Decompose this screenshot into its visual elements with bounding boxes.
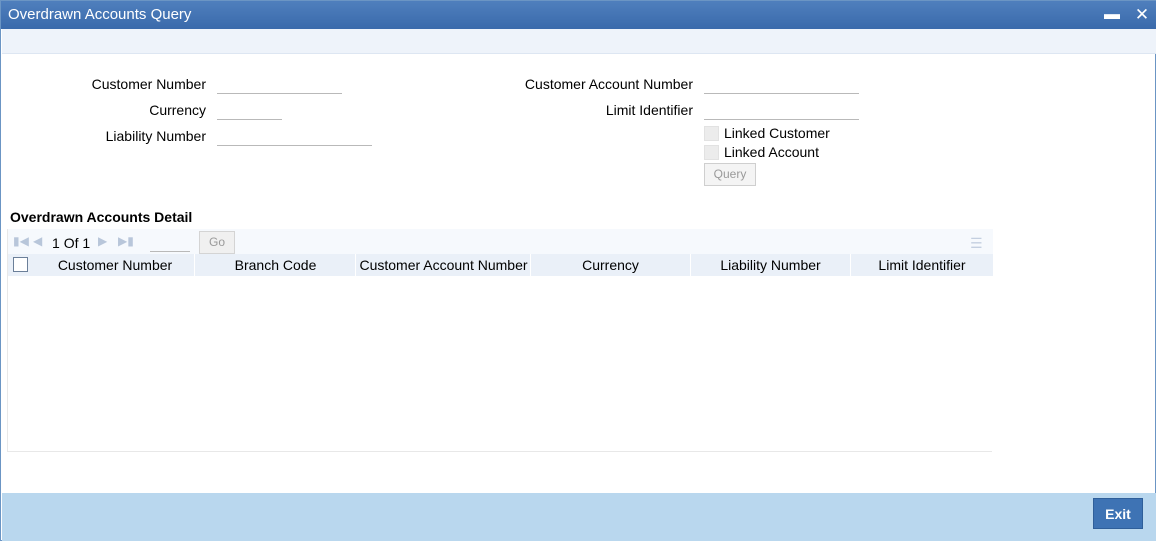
- previous-page-icon[interactable]: ◀: [33, 234, 42, 248]
- liability-number-label: Liability Number: [105, 128, 206, 144]
- currency-label: Currency: [149, 102, 206, 118]
- currency-input[interactable]: [217, 98, 282, 120]
- overdrawn-accounts-grid: ▮◀ ◀ 1 Of 1 ▶ ▶▮ Go ☰ Customer Number Br…: [7, 229, 993, 452]
- column-header-liability-number[interactable]: Liability Number: [691, 254, 851, 276]
- toolbar-strip: [2, 29, 1156, 54]
- minimize-icon[interactable]: ▬: [1102, 5, 1122, 25]
- linked-customer-label: Linked Customer: [724, 125, 830, 141]
- section-title-detail: Overdrawn Accounts Detail: [10, 209, 193, 225]
- linked-account-option[interactable]: Linked Account: [704, 144, 819, 160]
- linked-account-checkbox[interactable]: [704, 144, 719, 160]
- linked-customer-option[interactable]: Linked Customer: [704, 125, 830, 141]
- next-page-icon[interactable]: ▶: [98, 234, 107, 248]
- limit-identifier-input[interactable]: [704, 98, 859, 120]
- exit-button[interactable]: Exit: [1093, 498, 1143, 529]
- go-button[interactable]: Go: [199, 231, 235, 254]
- column-header-currency[interactable]: Currency: [531, 254, 691, 276]
- page-indicator: 1 Of 1: [52, 235, 90, 251]
- overdrawn-accounts-query-window: Overdrawn Accounts Query ▬ ✕ Customer Nu…: [0, 0, 1156, 541]
- select-all-checkbox[interactable]: [13, 257, 28, 272]
- grid-pager: ▮◀ ◀ 1 Of 1 ▶ ▶▮ Go ☰: [8, 229, 993, 254]
- customer-number-input[interactable]: [217, 72, 342, 94]
- window-title: Overdrawn Accounts Query: [8, 6, 192, 23]
- limit-identifier-label: Limit Identifier: [605, 102, 693, 118]
- customer-account-number-input[interactable]: [704, 72, 859, 94]
- column-list-icon[interactable]: ☰: [970, 235, 983, 252]
- column-header-customer-number[interactable]: Customer Number: [36, 254, 195, 276]
- page-number-input[interactable]: [150, 230, 190, 252]
- last-page-icon[interactable]: ▶▮: [118, 234, 134, 248]
- footer-bar: [2, 493, 1156, 541]
- of-label: Of: [63, 235, 79, 251]
- column-header-customer-account-number[interactable]: Customer Account Number: [357, 254, 531, 276]
- column-header-branch-code[interactable]: Branch Code: [196, 254, 356, 276]
- liability-number-input[interactable]: [217, 124, 372, 146]
- total-pages: 1: [82, 235, 91, 251]
- column-header-limit-identifier[interactable]: Limit Identifier: [851, 254, 993, 276]
- linked-customer-checkbox[interactable]: [704, 125, 719, 141]
- current-page: 1: [52, 235, 60, 251]
- grid-header-row: Customer Number Branch Code Customer Acc…: [8, 254, 993, 276]
- customer-account-number-label: Customer Account Number: [524, 76, 693, 92]
- first-page-icon[interactable]: ▮◀: [13, 234, 29, 248]
- linked-account-label: Linked Account: [724, 144, 819, 160]
- query-button[interactable]: Query: [704, 163, 756, 186]
- close-icon[interactable]: ✕: [1132, 5, 1152, 25]
- customer-number-label: Customer Number: [91, 76, 206, 92]
- title-bar: Overdrawn Accounts Query ▬ ✕: [1, 1, 1156, 29]
